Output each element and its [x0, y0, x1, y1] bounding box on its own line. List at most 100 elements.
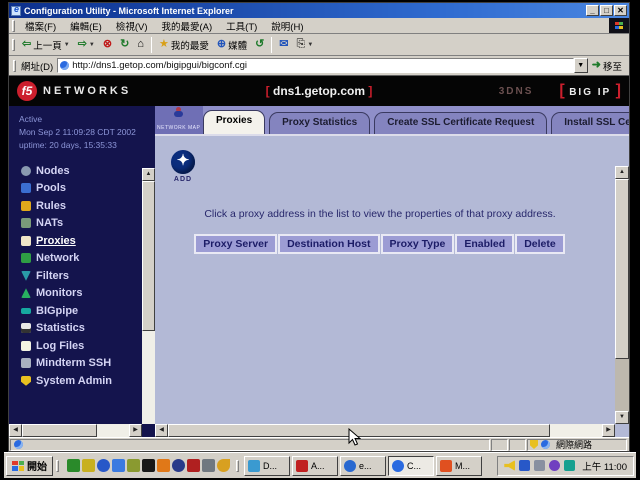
tray-app-icon[interactable] — [549, 460, 560, 471]
product-3dns-label[interactable]: 3DNS — [499, 86, 534, 97]
sidebar-item-mindterm-ssh[interactable]: Mindterm SSH — [21, 355, 155, 373]
sidebar-item-pools[interactable]: Pools — [21, 180, 155, 198]
task-window-button[interactable]: e... — [340, 456, 386, 476]
scrollbar-track[interactable] — [615, 359, 629, 411]
command-prompt-icon[interactable] — [142, 459, 155, 472]
scroll-down-icon[interactable]: ▼ — [615, 411, 629, 424]
task-window-button[interactable]: A... — [292, 456, 338, 476]
menu-help[interactable]: 說明(H) — [264, 18, 310, 34]
address-input[interactable]: http://dns1.getop.com/bigipgui/bigconf.c… — [57, 58, 574, 73]
print-dropdown-icon[interactable]: ▼ — [307, 42, 313, 48]
task-window-button[interactable]: D... — [244, 456, 290, 476]
start-button[interactable]: 開始 — [6, 456, 53, 476]
sidebar-item-proxies[interactable]: Proxies — [21, 232, 155, 250]
product-bigip-label[interactable]: [ BIG IP ] — [559, 82, 621, 100]
menu-tools[interactable]: 工具(T) — [219, 18, 264, 34]
quicklaunch-icon[interactable] — [187, 459, 200, 472]
network-status-icon[interactable] — [519, 460, 530, 471]
tab-proxy-statistics[interactable]: Proxy Statistics — [269, 112, 370, 134]
grip-handle[interactable] — [236, 460, 239, 472]
sidebar-item-statistics[interactable]: Statistics — [21, 320, 155, 338]
sidebar-vertical-scrollbar[interactable]: ▲ — [142, 168, 155, 424]
menu-view[interactable]: 檢視(V) — [109, 18, 155, 34]
media-button[interactable]: ⊕ 媒體 — [213, 37, 251, 53]
add-plus-icon[interactable]: ✦ — [171, 150, 195, 174]
back-button[interactable]: ⇦ 上一頁 ▼ — [18, 37, 74, 53]
scroll-left-icon[interactable]: ◀ — [9, 424, 22, 437]
column-header-proxy-type[interactable]: Proxy Type — [381, 234, 455, 254]
zone-shield-icon — [530, 440, 538, 449]
favorites-button[interactable]: ★ 我的最愛 — [155, 37, 213, 53]
taskbar-clock[interactable]: 上午 11:00 — [582, 459, 627, 473]
sidebar-item-logfiles[interactable]: Log Files — [21, 337, 155, 355]
scroll-up-icon[interactable]: ▲ — [142, 168, 155, 181]
sidebar-item-bigpipe[interactable]: BIGpipe — [21, 302, 155, 320]
quicklaunch-icon[interactable] — [157, 459, 170, 472]
scrollbar-track[interactable] — [22, 424, 129, 437]
scroll-left-icon[interactable]: ◀ — [155, 424, 168, 437]
scrollbar-thumb[interactable] — [142, 181, 155, 331]
grip-handle[interactable] — [12, 39, 15, 51]
minimize-button[interactable]: _ — [586, 5, 599, 16]
quicklaunch-icon[interactable] — [217, 459, 230, 472]
print-button[interactable]: ⎘ ▼ — [293, 38, 318, 51]
scrollbar-thumb[interactable] — [22, 424, 97, 437]
volume-icon[interactable] — [504, 460, 515, 471]
back-dropdown-icon[interactable]: ▼ — [64, 42, 70, 48]
grip-handle[interactable] — [13, 60, 16, 72]
home-button[interactable]: ⌂ — [133, 38, 148, 51]
forward-button[interactable]: ⇨ ▼ — [74, 38, 99, 51]
url-text[interactable]: http://dns1.getop.com/bigipgui/bigconf.c… — [72, 60, 571, 71]
scroll-right-icon[interactable]: ▶ — [129, 424, 142, 437]
sidebar-item-system-admin[interactable]: System Admin — [21, 372, 155, 390]
column-header-enabled[interactable]: Enabled — [455, 234, 514, 254]
maximize-button[interactable]: □ — [600, 5, 613, 16]
internet-explorer-icon[interactable] — [112, 459, 125, 472]
home-icon: ⌂ — [137, 39, 144, 50]
close-button[interactable]: ✕ — [614, 5, 627, 16]
column-header-delete[interactable]: Delete — [515, 234, 565, 254]
sidebar-horizontal-scrollbar[interactable]: ◀ ▶ — [9, 424, 142, 437]
content-horizontal-scrollbar[interactable]: ◀ ▶ — [155, 424, 615, 437]
scroll-up-icon[interactable]: ▲ — [615, 166, 629, 179]
task-window-button[interactable]: M... — [436, 456, 482, 476]
column-header-destination-host[interactable]: Destination Host — [278, 234, 379, 254]
address-dropdown-button[interactable]: ▼ — [574, 58, 588, 73]
quicklaunch-icon[interactable] — [67, 459, 80, 472]
scroll-right-icon[interactable]: ▶ — [602, 424, 615, 437]
tray-app-icon[interactable] — [564, 460, 575, 471]
task-window-button-active[interactable]: C... — [388, 456, 434, 476]
scrollbar-track[interactable] — [168, 424, 602, 437]
grip-handle[interactable] — [12, 20, 15, 32]
quicklaunch-icon[interactable] — [127, 459, 140, 472]
sidebar-item-nodes[interactable]: Nodes — [21, 162, 155, 180]
menu-file[interactable]: 檔案(F) — [18, 18, 63, 34]
go-button[interactable]: ➜ 移至 — [588, 59, 626, 73]
sidebar-item-rules[interactable]: Rules — [21, 197, 155, 215]
content-vertical-scrollbar[interactable]: ▲ ▼ — [615, 166, 629, 424]
scrollbar-thumb[interactable] — [615, 179, 629, 359]
sidebar-item-monitors[interactable]: Monitors — [21, 285, 155, 303]
history-button[interactable]: ↺ — [251, 38, 268, 51]
network-map-corner[interactable]: NETWORK MAP — [155, 106, 203, 134]
menu-favorites[interactable]: 我的最愛(A) — [154, 18, 219, 34]
add-proxy-control[interactable]: ✦ ADD — [171, 150, 195, 183]
quicklaunch-icon[interactable] — [172, 459, 185, 472]
stop-button[interactable]: ⊗ — [99, 38, 116, 51]
quicklaunch-icon[interactable] — [202, 459, 215, 472]
mail-button[interactable]: ✉ — [275, 38, 292, 51]
grip-handle[interactable] — [56, 460, 59, 472]
sidebar-item-nats[interactable]: NATs — [21, 215, 155, 233]
tab-install-ssl-certificate[interactable]: Install SSL Certificate — [551, 112, 629, 134]
quicklaunch-icon[interactable] — [97, 459, 110, 472]
tab-proxies[interactable]: Proxies — [203, 110, 265, 134]
forward-dropdown-icon[interactable]: ▼ — [89, 42, 95, 48]
menu-edit[interactable]: 編輯(E) — [63, 18, 109, 34]
tab-create-ssl-certificate-request[interactable]: Create SSL Certificate Request — [374, 112, 547, 134]
sidebar-item-filters[interactable]: Filters — [21, 267, 155, 285]
refresh-button[interactable]: ↻ — [116, 38, 133, 51]
sidebar-item-network[interactable]: Network — [21, 250, 155, 268]
column-header-proxy-server[interactable]: Proxy Server — [194, 234, 277, 254]
display-icon[interactable] — [534, 460, 545, 471]
quicklaunch-icon[interactable] — [82, 459, 95, 472]
